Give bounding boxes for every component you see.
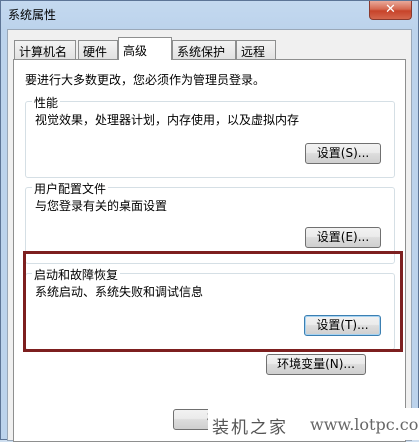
performance-settings-button[interactable]: 设置(S)... [305,143,381,164]
user-profiles-desc: 与您登录有关的桌面设置 [35,199,168,213]
title-bar[interactable]: 系统属性 ✕ [1,1,418,25]
user-profiles-title: 用户配置文件 [32,180,109,197]
performance-desc: 视觉效果，处理器计划，内存使用，以及虚拟内存 [35,113,300,127]
admin-note: 要进行大多数更改，您必须作为管理员登录。 [25,73,266,87]
system-properties-window: 系统属性 ✕ 计算机名 硬件 高级 系统保护 远程 要进行大多数更改，您必须作为… [0,0,419,442]
watermark: 装机之家 www.lotpc.com [208,408,419,440]
tab-hardware[interactable]: 硬件 [78,40,118,59]
highlight-annotation-box [23,251,403,352]
tab-computer-name[interactable]: 计算机名 [14,40,76,59]
tab-advanced[interactable]: 高级 [118,37,172,60]
tab-system-protection[interactable]: 系统保护 [172,40,236,59]
performance-group: 性能 视觉效果，处理器计划，内存使用，以及虚拟内存 设置(S)... [25,94,395,178]
close-button[interactable]: ✕ [369,1,412,20]
environment-variables-button[interactable]: 环境变量(N)... [266,354,366,375]
user-profiles-settings-button[interactable]: 设置(E)... [305,227,381,248]
dialog-client: 计算机名 硬件 高级 系统保护 远程 要进行大多数更改，您必须作为管理员登录。 … [7,29,412,442]
performance-title: 性能 [32,94,61,111]
watermark-url: www.lotpc.com [310,415,419,434]
tab-remote[interactable]: 远程 [236,40,276,59]
window-title: 系统属性 [8,8,57,22]
close-icon: ✕ [385,2,396,17]
watermark-text: 装机之家 [212,418,288,438]
